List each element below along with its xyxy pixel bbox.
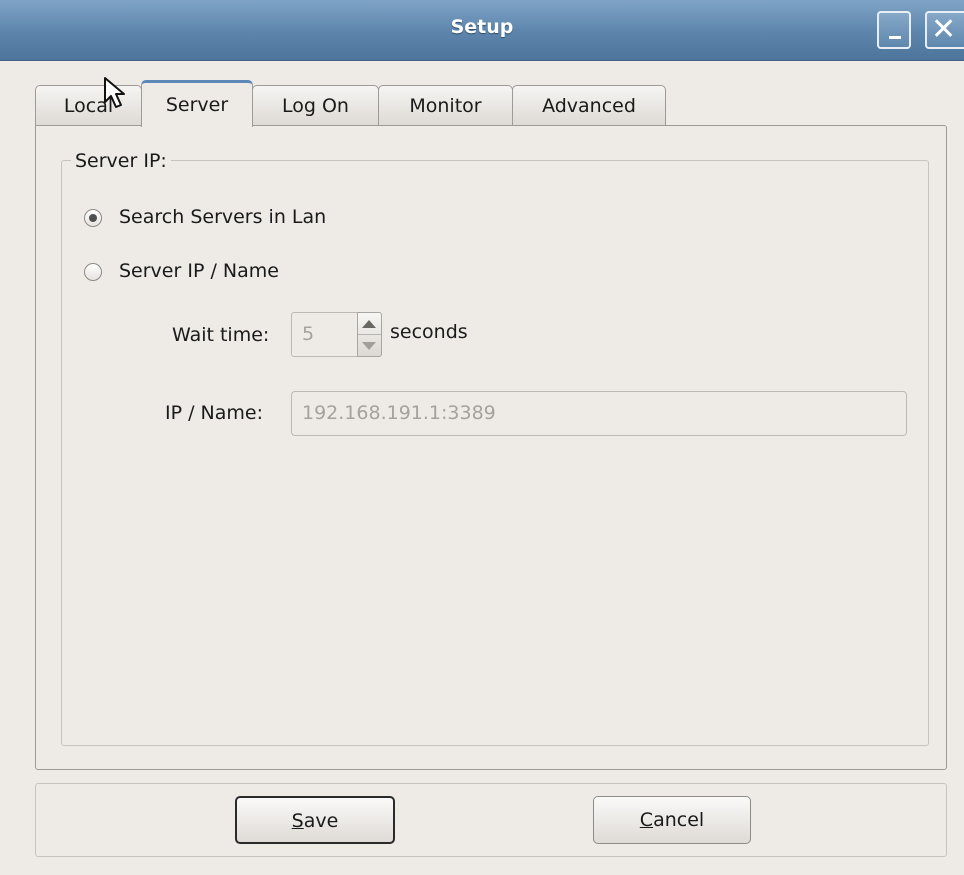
close-icon: ✕: [931, 12, 957, 47]
close-button[interactable]: ✕: [925, 11, 964, 49]
setup-window: Setup ✕ Local Server Log On Monitor Adva…: [0, 0, 964, 875]
cancel-mnemonic: C: [639, 809, 654, 831]
tab-advanced[interactable]: Advanced: [512, 85, 666, 125]
tab-server[interactable]: Server: [141, 80, 253, 127]
save-label-rest: ave: [303, 810, 339, 832]
wait-time-input[interactable]: 5: [291, 312, 358, 357]
dialog-button-bar: [35, 783, 947, 857]
minimize-icon: [889, 36, 901, 39]
search-servers-radio[interactable]: [84, 209, 102, 227]
wait-time-spinbox[interactable]: 5: [291, 312, 390, 357]
tab-monitor[interactable]: Monitor: [378, 85, 513, 125]
minimize-button[interactable]: [877, 11, 911, 49]
save-button[interactable]: Save: [235, 796, 395, 844]
ip-name-input[interactable]: 192.168.191.1:3389: [291, 391, 907, 436]
wait-time-unit-label: seconds: [390, 321, 468, 343]
title-bar[interactable]: Setup ✕: [0, 0, 964, 61]
tab-log-on-label: Log On: [282, 95, 349, 117]
tab-monitor-label: Monitor: [409, 95, 482, 117]
cancel-button[interactable]: Cancel: [593, 796, 751, 844]
wait-time-stepper[interactable]: [357, 312, 382, 357]
mouse-pointer-icon: [104, 77, 125, 108]
radio-selected-dot: [89, 214, 97, 222]
wait-time-label: Wait time:: [172, 324, 270, 346]
ip-name-label: IP / Name:: [165, 402, 263, 424]
spin-down-arrow-icon[interactable]: [362, 342, 376, 350]
server-ip-name-label[interactable]: Server IP / Name: [119, 260, 279, 282]
window-title: Setup: [450, 16, 514, 38]
tab-server-label: Server: [165, 94, 229, 116]
server-ip-group: [61, 160, 929, 746]
spin-divider: [358, 334, 381, 335]
search-servers-label[interactable]: Search Servers in Lan: [119, 206, 326, 228]
tab-log-on[interactable]: Log On: [252, 85, 379, 125]
spin-up-arrow-icon[interactable]: [362, 320, 376, 328]
server-ip-group-title: Server IP:: [71, 150, 171, 172]
cancel-label-rest: ancel: [653, 809, 705, 831]
server-ip-name-radio[interactable]: [84, 263, 102, 281]
tab-advanced-label: Advanced: [542, 95, 636, 117]
save-mnemonic: S: [291, 810, 304, 832]
